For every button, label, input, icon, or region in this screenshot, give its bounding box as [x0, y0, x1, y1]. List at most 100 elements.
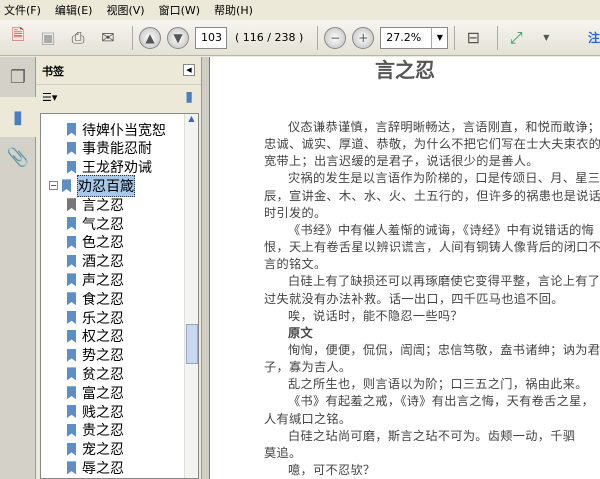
menu-help[interactable]: 帮助(H) [214, 2, 253, 18]
bookmark-item[interactable]: 酒之忍 [67, 252, 124, 271]
toolbar: 🗎 ▣ ⎙ ✉ ▲ ▼ 103 ( 116 / 238 ) − + 27.2% ▼… [0, 20, 600, 56]
bookmark-item[interactable]: 色之忍 [67, 233, 124, 252]
options-menu-icon[interactable]: ☰▾ [42, 91, 57, 104]
bookmark-icon [67, 348, 76, 362]
bookmark-icon [67, 423, 76, 437]
bookmark-label: 权之忍 [82, 329, 124, 346]
text-line: 时引发的。 [264, 205, 327, 220]
bookmark-item[interactable]: 事贵能忍耐 [67, 139, 152, 158]
zoom-out-button[interactable]: − [324, 26, 347, 49]
collapse-toggle-icon[interactable]: − [49, 181, 58, 191]
bookmark-item[interactable]: 辱之忍 [67, 458, 124, 477]
bookmark-label: 色之忍 [82, 235, 124, 252]
annotation-button[interactable]: 注 [588, 29, 600, 46]
bookmark-label: 酒之忍 [82, 254, 124, 271]
scroll-up-icon[interactable]: ▲ [185, 114, 198, 128]
bookmark-label: 贱之忍 [82, 404, 124, 421]
fit-page-icon[interactable]: ⊟ [461, 26, 485, 50]
bookmark-icon [67, 160, 76, 174]
bookmark-item[interactable]: 食之忍 [67, 289, 124, 308]
pages-icon[interactable]: ❐ [0, 57, 36, 97]
text-line: 过失就没有办法补救。话一出口，四千匹马也追不回。 [264, 291, 564, 306]
menu-file[interactable]: 文件(F) [4, 2, 41, 18]
bookmark-tree: 待婢仆当宽恕 事贵能忍耐 王龙舒劝诫 − 劝忍百箴 言之忍气之忍色之忍酒之忍 声之忍 食之忍乐… [40, 113, 199, 479]
bookmark-item[interactable]: 宠之忍 [67, 440, 124, 459]
attachments-icon[interactable]: 📎 [0, 137, 36, 177]
divider [132, 25, 133, 50]
text-line: 噫，可不忍欤？ [288, 463, 376, 477]
bookmark-item[interactable]: − 劝忍百箴 [49, 174, 135, 197]
previous-page-button[interactable]: ▲ [139, 26, 161, 49]
text-line: 《书》有起羞之戒，《诗》有出言之悔，天有卷舌之星， [288, 394, 595, 409]
text-line: 辰，宣讲金、木、水、火、土五行的，但许多的祸患也是说话 [264, 188, 600, 203]
collapse-panel-button[interactable]: ◀ [183, 64, 195, 76]
document-page: 言之忍 仪态谦恭谨慎，言辞明晰畅达，言语刚直，和悦而敢诤； 忠诚、诚实、厚道、恭敬… [210, 57, 600, 479]
zoom-select[interactable]: 27.2% ▼ [380, 26, 449, 49]
menu-view[interactable]: 视图(V) [106, 2, 144, 18]
bookmark-icon [67, 311, 76, 324]
bookmark-icon [67, 141, 76, 155]
bookmark-label: 乐之忍 [82, 310, 124, 327]
text-line: 言的铭文。 [264, 257, 327, 272]
text-line: 恨，天上有卷舌星以辨识谎言，人间有铜铸人像背后的闭口不 [264, 240, 600, 255]
text-line: 原文 [288, 325, 313, 340]
bookmark-icon [67, 273, 76, 287]
text-line: 人有缄口之铭。 [264, 411, 352, 426]
full-screen-icon[interactable]: ⤢ [504, 26, 528, 50]
bookmark-item[interactable]: 言之忍 [67, 195, 124, 214]
bookmark-item[interactable]: 声之忍 [67, 270, 124, 289]
bookmark-item[interactable]: 气之忍 [67, 214, 124, 233]
bookmark-icon [67, 292, 76, 306]
divider [454, 25, 456, 50]
email-icon[interactable]: ✉ [96, 26, 120, 50]
more-tools-icon[interactable]: ▼ [534, 26, 558, 50]
scroll-thumb[interactable] [186, 324, 198, 364]
bookmark-item[interactable]: 富之忍 [67, 383, 124, 402]
bookmark-label: 劝忍百箴 [77, 174, 135, 197]
bookmark-item[interactable]: 贫之忍 [67, 364, 124, 383]
bookmark-label: 势之忍 [82, 348, 124, 365]
scrollbar[interactable]: ▲ [184, 114, 198, 478]
divider [497, 25, 499, 50]
save-icon[interactable]: ▣ [36, 26, 60, 50]
bookmark-label: 事贵能忍耐 [82, 141, 152, 158]
page-info: ( 116 / 238 ) [235, 31, 304, 44]
bookmark-icon [67, 329, 76, 343]
bookmark-item[interactable]: 势之忍 [67, 346, 124, 365]
bookmark-label: 言之忍 [82, 197, 124, 214]
print-icon[interactable]: ⎙ [66, 26, 90, 50]
zoom-in-button[interactable]: + [352, 26, 375, 49]
next-page-button[interactable]: ▼ [167, 26, 189, 49]
bookmark-label: 辱之忍 [82, 460, 124, 477]
bookmark-label: 贫之忍 [82, 366, 124, 383]
text-line: 白硅之玷尚可磨，斯言之玷不可为。齿颊一动，千驷 [288, 428, 576, 443]
bookmark-item[interactable]: 乐之忍 [67, 308, 124, 327]
text-line: 唉，说话时，能不隐忍一些吗？ [288, 308, 463, 323]
text-line: 忠诚、诚实、厚道、恭敬，为什么不把它们写在士大夫束衣的 [264, 137, 600, 152]
bookmark-icon [62, 179, 71, 193]
bookmarks-icon[interactable]: ▮ [0, 97, 36, 137]
bookmark-label: 待婢仆当宽恕 [82, 122, 166, 139]
bookmark-item[interactable]: 待婢仆当宽恕 [67, 120, 166, 139]
bookmarks-panel: 书签 ◀ ☰▾ ▮ 待婢仆当宽恕 事贵能忍耐 王龙舒劝诫 − 劝忍百箴 言之忍气之忍色之忍酒… [36, 57, 201, 479]
bookmark-icon [67, 367, 76, 381]
page-number-input[interactable]: 103 [195, 26, 227, 49]
page-title: 言之忍 [375, 58, 435, 82]
bookmark-item[interactable]: 权之忍 [67, 327, 124, 346]
bookmark-icon [67, 198, 76, 212]
pane-splitter[interactable] [201, 57, 210, 479]
bookmark-label: 贵之忍 [82, 423, 124, 440]
bookmark-item[interactable]: 贵之忍 [67, 421, 124, 440]
bookmark-label: 气之忍 [82, 216, 124, 233]
text-line: 子，寡为吉人。 [264, 360, 352, 375]
menu-window[interactable]: 窗口(W) [159, 2, 200, 18]
menu-edit[interactable]: 编辑(E) [55, 2, 93, 18]
panel-title: 书签 [42, 64, 64, 78]
expand-bookmark-icon[interactable]: ▮ [185, 89, 193, 105]
chevron-down-icon: ▼ [431, 27, 447, 48]
text-line: 白硅上有了缺损还可以再琢磨使它变得平整，言论上有了 [288, 274, 600, 289]
bookmark-icon [67, 386, 76, 400]
create-pdf-icon[interactable]: 🗎 [6, 25, 30, 50]
bookmark-item[interactable]: 贱之忍 [67, 402, 124, 421]
bookmark-item[interactable]: 王龙舒劝诫 [67, 158, 152, 177]
